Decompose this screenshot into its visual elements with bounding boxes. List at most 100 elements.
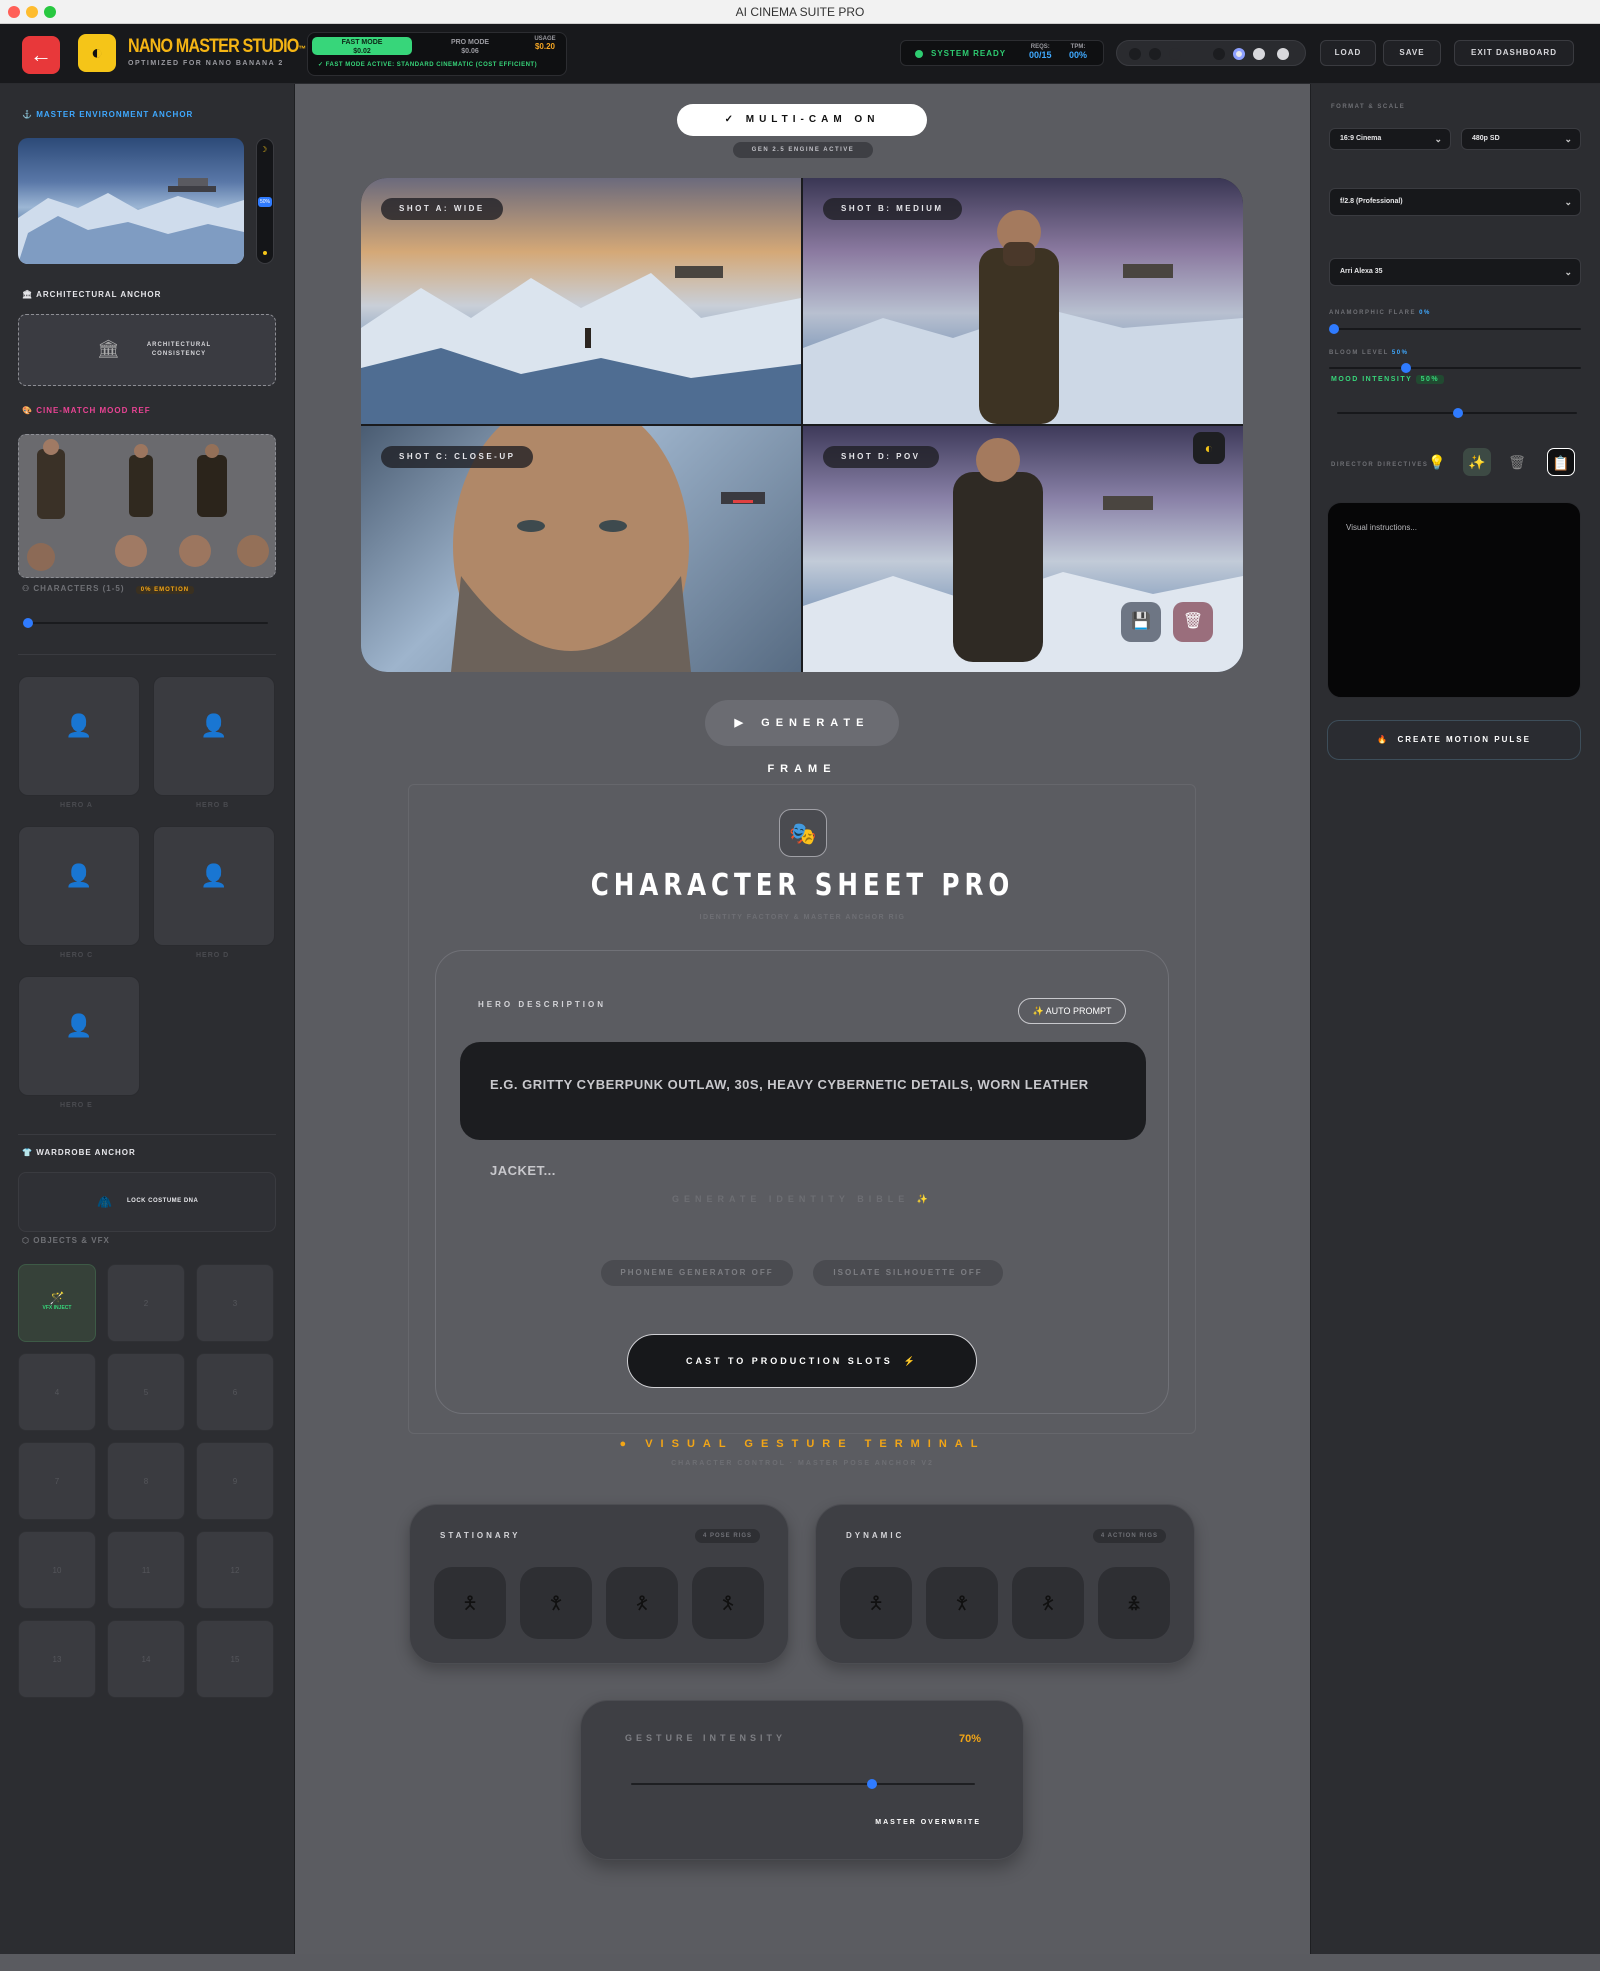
- preset-dot[interactable]: [1129, 48, 1141, 60]
- architectural-anchor-dropzone[interactable]: 🏛 ARCHITECTURAL CONSISTENCY: [18, 314, 276, 386]
- object-slot[interactable]: 4: [18, 1353, 96, 1431]
- slider-knob[interactable]: [1401, 363, 1411, 373]
- back-button[interactable]: ←: [22, 36, 60, 74]
- vfx-inject-slot[interactable]: 🪄 VFX INJECT: [18, 1264, 96, 1342]
- resolution-select[interactable]: 480p SD ⌄: [1461, 128, 1581, 150]
- save-button[interactable]: SAVE: [1383, 40, 1441, 66]
- hero-label: HERO D: [196, 952, 230, 959]
- bloom-slider[interactable]: [1329, 363, 1581, 373]
- maximize-window-button[interactable]: [44, 6, 56, 18]
- object-slot[interactable]: 13: [18, 1620, 96, 1698]
- slider-knob[interactable]: [23, 618, 33, 628]
- create-motion-pulse-button[interactable]: 🔥 CREATE MOTION PULSE: [1327, 720, 1581, 760]
- aspect-select[interactable]: 16:9 Cinema ⌄: [1329, 128, 1451, 150]
- action-walk-button[interactable]: 🯅: [840, 1567, 912, 1639]
- object-slot[interactable]: 11: [107, 1531, 185, 1609]
- auto-prompt-button[interactable]: ✨ AUTO PROMPT: [1018, 998, 1126, 1024]
- object-slot[interactable]: 9: [196, 1442, 274, 1520]
- fast-mode-button[interactable]: FAST MODE $0.02: [312, 37, 412, 55]
- object-slot[interactable]: 14: [107, 1620, 185, 1698]
- trash-icon[interactable]: 🗑: [1503, 448, 1531, 476]
- contrast-icon[interactable]: ◐: [1193, 432, 1225, 464]
- anamorphic-slider[interactable]: [1329, 324, 1581, 334]
- character-sheet-title: CHARACTER SHEET PRO: [590, 868, 1015, 903]
- hero-slot-c[interactable]: 👤: [18, 826, 140, 946]
- object-slot[interactable]: 2: [107, 1264, 185, 1342]
- generate-identity-bible-button[interactable]: GENERATE IDENTITY BIBLE ✨: [295, 1194, 1310, 1205]
- master-overwrite-label[interactable]: MASTER OVERWRITE: [875, 1819, 981, 1826]
- wardrobe-title: 👕 WARDROBE ANCHOR: [22, 1148, 136, 1157]
- masks-icon: 🎭: [779, 809, 827, 857]
- exit-dashboard-button[interactable]: EXIT DASHBOARD: [1454, 40, 1574, 66]
- preset-dot[interactable]: [1213, 48, 1225, 60]
- preset-dot[interactable]: [1277, 48, 1289, 60]
- action-strike-button[interactable]: 🯇: [1012, 1567, 1084, 1639]
- visual-instructions-input[interactable]: Visual instructions...: [1327, 502, 1581, 698]
- object-slot[interactable]: 15: [196, 1620, 274, 1698]
- shot-d-pov[interactable]: SHOT D: POV ◐ 💾 🗑: [803, 426, 1243, 672]
- object-slot[interactable]: 12: [196, 1531, 274, 1609]
- aperture-select[interactable]: f/2.8 (Professional) ⌄: [1329, 188, 1581, 216]
- arch-box-label: ARCHITECTURAL CONSISTENCY: [146, 342, 212, 357]
- load-button[interactable]: LOAD: [1320, 40, 1376, 66]
- multicam-toggle[interactable]: ✓ MULTI-CAM ON: [677, 104, 927, 136]
- gesture-intensity-slider[interactable]: [631, 1779, 975, 1789]
- preset-dot-active[interactable]: [1233, 48, 1245, 60]
- pose-arms-button[interactable]: 🯆: [520, 1567, 592, 1639]
- slider-knob[interactable]: [1329, 324, 1339, 334]
- action-jump-button[interactable]: 🯉: [1098, 1567, 1170, 1639]
- lock-costume-button[interactable]: 🧥 LOCK COSTUME DNA: [18, 1172, 276, 1232]
- object-slot[interactable]: 8: [107, 1442, 185, 1520]
- coat-icon: 🧥: [97, 1195, 112, 1209]
- trash-icon[interactable]: 🗑: [1173, 602, 1213, 642]
- object-slot[interactable]: 3: [196, 1264, 274, 1342]
- pose-kneel-button[interactable]: 🯈: [692, 1567, 764, 1639]
- hero-slot-d[interactable]: 👤: [153, 826, 275, 946]
- hero-description-input[interactable]: E.G. GRITTY CYBERPUNK OUTLAW, 30S, HEAVY…: [460, 1042, 1146, 1178]
- preset-dot[interactable]: [1253, 48, 1265, 60]
- lightbulb-icon[interactable]: 💡: [1423, 448, 1451, 476]
- pose-point-button[interactable]: 🯇: [606, 1567, 678, 1639]
- dot-icon: ●: [619, 1438, 635, 1450]
- cast-to-production-button[interactable]: CAST TO PRODUCTION SLOTS ⚡: [627, 1334, 977, 1388]
- sparkles-icon[interactable]: ✨: [1463, 448, 1491, 476]
- mood-intensity-slider[interactable]: [1337, 408, 1577, 418]
- hero-slot-e[interactable]: 👤: [18, 976, 140, 1096]
- env-slider-value: 50%: [258, 197, 272, 207]
- shot-a-wide[interactable]: SHOT A: WIDE: [361, 178, 801, 424]
- isolate-silhouette-toggle[interactable]: ISOLATE SILHOUETTE OFF: [813, 1260, 1003, 1286]
- hero-slot-b[interactable]: 👤: [153, 676, 275, 796]
- director-directives-label: DIRECTOR DIRECTIVES: [1331, 462, 1429, 468]
- pro-mode-button[interactable]: PRO MODE $0.06: [420, 37, 520, 55]
- object-slot[interactable]: 5: [107, 1353, 185, 1431]
- slider-knob[interactable]: [1453, 408, 1463, 418]
- camera-select[interactable]: Arri Alexa 35 ⌄: [1329, 258, 1581, 286]
- user-icon: 👤: [65, 863, 93, 888]
- generate-frame-button[interactable]: ▶ GENERATE FRAME: [705, 700, 899, 775]
- bloom-label: BLOOM LEVEL 50%: [1329, 350, 1409, 356]
- action-run-button[interactable]: 🯆: [926, 1567, 998, 1639]
- preset-dot[interactable]: [1149, 48, 1161, 60]
- slider-knob[interactable]: [866, 1779, 877, 1789]
- character-turnaround-sheet: [19, 435, 275, 577]
- object-slot[interactable]: 10: [18, 1531, 96, 1609]
- divider: [18, 1134, 276, 1135]
- shot-b-medium[interactable]: SHOT B: MEDIUM: [803, 178, 1243, 424]
- emotion-slider[interactable]: [23, 618, 268, 628]
- object-slot[interactable]: 7: [18, 1442, 96, 1520]
- save-shot-icon[interactable]: 💾: [1121, 602, 1161, 642]
- shot-c-closeup[interactable]: SHOT C: CLOSE-UP: [361, 426, 801, 672]
- minimize-window-button[interactable]: [26, 6, 38, 18]
- chevron-down-icon: ⌄: [1564, 134, 1572, 144]
- hero-slot-a[interactable]: 👤: [18, 676, 140, 796]
- pose-stand-button[interactable]: 🯅: [434, 1567, 506, 1639]
- shirt-icon: 👕: [22, 1148, 33, 1157]
- phoneme-generator-toggle[interactable]: PHONEME GENERATOR OFF: [601, 1260, 793, 1286]
- environment-anchor-image[interactable]: [18, 138, 244, 264]
- env-strength-slider[interactable]: ☽ 50%: [256, 138, 274, 264]
- clipboard-icon[interactable]: 📋: [1547, 448, 1575, 476]
- close-window-button[interactable]: [8, 6, 20, 18]
- preset-dot[interactable]: [1169, 48, 1181, 60]
- mood-ref-image[interactable]: [18, 434, 276, 578]
- object-slot[interactable]: 6: [196, 1353, 274, 1431]
